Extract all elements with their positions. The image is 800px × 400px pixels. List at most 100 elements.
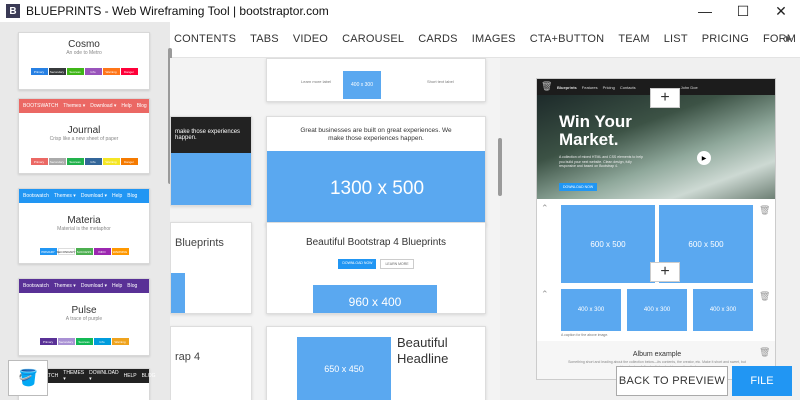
- theme-menu-item: Download ▾: [80, 283, 107, 289]
- short-text-label: Short text label: [427, 79, 454, 84]
- hero-download-button: DOWNLOAD NOW: [559, 183, 598, 191]
- theme-name: Pulse: [71, 305, 97, 316]
- theme-swatch: Info: [84, 158, 102, 165]
- preview-user: John Doe: [680, 84, 698, 90]
- theme-brand: Bootswatch: [23, 193, 49, 199]
- theme-card[interactable]: Cosmo An ode to Metro Primary Secondary Succ…: [18, 32, 150, 90]
- theme-swatch: WARNING: [111, 248, 129, 255]
- chevron-up-icon[interactable]: ⌃: [541, 203, 549, 214]
- preview-ph-400-2: 400 x 300: [627, 289, 687, 331]
- theme-menu-item: Themes ▾: [53, 193, 76, 199]
- nav-item-team[interactable]: TEAM: [618, 33, 649, 45]
- dark-tagline: make those experiences happen.: [171, 117, 251, 153]
- block-feature-row[interactable]: Learn more label 400 x 300 Short text la…: [266, 58, 486, 102]
- canvas-scrollbar[interactable]: [498, 138, 502, 196]
- preview-ph-400-1: 400 x 300: [561, 289, 621, 331]
- paint-bucket-button[interactable]: 🪣: [8, 360, 48, 396]
- nav-item-cards[interactable]: CARDS: [418, 33, 458, 45]
- theme-card[interactable]: Bootswatch Themes ▾ Download ▾ Help Blog Mate…: [18, 188, 150, 264]
- theme-subtitle: Crisp like a new sheet of paper: [49, 136, 119, 142]
- learn-more-label: Learn more label: [301, 79, 332, 84]
- theme-card[interactable]: BOOTSWATCH Themes ▾ Download ▾ Help Blog Jour…: [18, 98, 150, 174]
- theme-menu-item: Help: [111, 193, 123, 199]
- nav-item-video[interactable]: VIDEO: [293, 33, 328, 45]
- preview-brand: Blueprints: [557, 84, 577, 90]
- block-beautiful-bp4[interactable]: Beautiful Bootstrap 4 Blueprints DOWNLOA…: [266, 222, 486, 314]
- app-icon: B: [6, 4, 20, 18]
- theme-brand: BOOTSWATCH: [23, 103, 59, 109]
- theme-swatch: INFO: [93, 248, 111, 255]
- hero-placeholder: 1300 x 500: [267, 151, 485, 225]
- maximize-icon[interactable]: ☐: [724, 0, 762, 22]
- play-icon: ▶: [697, 151, 711, 165]
- theme-menu-item: BLOG: [141, 373, 156, 379]
- hero-text: A collection of mixed HTML and CSS eleme…: [559, 155, 643, 169]
- trash-icon[interactable]: 🗑: [541, 81, 552, 92]
- close-icon[interactable]: ✕: [762, 0, 800, 22]
- block-dark-tagline[interactable]: make those experiences happen.: [170, 116, 252, 206]
- learn-more-button[interactable]: LEARN MORE: [380, 259, 414, 269]
- album-title: Album example: [632, 351, 682, 358]
- bp4-placeholder: 960 x 400: [313, 285, 437, 313]
- theme-menu-item: Help: [121, 103, 132, 109]
- theme-menu-item: Themes ▾: [63, 103, 86, 109]
- theme-swatch: Success: [66, 158, 84, 165]
- add-block-plus-icon[interactable]: +: [650, 88, 680, 108]
- back-to-preview-button[interactable]: BACK TO PREVIEW: [616, 366, 728, 396]
- theme-name: Cosmo: [68, 39, 100, 50]
- theme-swatch: Secondary: [48, 158, 66, 165]
- nav-item-pricing[interactable]: PRICING: [702, 33, 749, 45]
- theme-swatch: Success: [66, 68, 84, 75]
- nav-right-arrow-icon[interactable]: ▸: [786, 31, 792, 45]
- theme-swatches: PRIMARY SECONDARY SUCCESS INFO WARNING: [19, 248, 149, 255]
- theme-swatch: Primary: [30, 68, 48, 75]
- theme-swatch: Secondary: [48, 68, 66, 75]
- nav-item-tabs[interactable]: TABS: [250, 33, 279, 45]
- nav-item-list[interactable]: LIST: [664, 33, 688, 45]
- theme-swatch: Info: [84, 68, 102, 75]
- preview-hero: Win Your Market. A collection of mixed H…: [537, 95, 775, 199]
- category-nav: CONTENTS TABS VIDEO CAROUSEL CARDS IMAGES CTA+…: [174, 28, 800, 50]
- block-blueprints-partial[interactable]: Blueprints: [170, 222, 252, 314]
- preview-menu-features: Features: [581, 84, 598, 90]
- theme-swatches: Primary Secondary Success Info Warning: [19, 338, 149, 345]
- theme-menu-item: Blog: [136, 103, 147, 109]
- theme-swatch: Warning: [102, 158, 120, 165]
- trash-icon[interactable]: 🗑: [759, 347, 770, 358]
- nav-item-contents[interactable]: CONTENTS: [174, 33, 236, 45]
- chevron-up-icon[interactable]: ⌃: [541, 289, 549, 300]
- block-beautiful-headline[interactable]: 650 x 450 Beautiful Headline: [266, 326, 486, 400]
- theme-card-header: BOOTSWATCH Themes ▾ Download ▾ Help Blog: [19, 99, 149, 113]
- trash-icon[interactable]: 🗑: [759, 291, 770, 302]
- nav-item-cta-button[interactable]: CTA+BUTTON: [530, 33, 605, 45]
- nav-item-carousel[interactable]: CAROUSEL: [342, 33, 404, 45]
- partial-placeholder: [171, 273, 185, 313]
- theme-swatch: Info: [93, 338, 111, 345]
- theme-name: Materia: [67, 215, 101, 226]
- nav-item-images[interactable]: IMAGES: [472, 33, 516, 45]
- window-controls: — ☐ ✕: [686, 0, 800, 22]
- theme-swatch: SUCCESS: [75, 248, 93, 255]
- download-now-button[interactable]: DOWNLOAD NOW: [338, 259, 377, 269]
- blueprints-partial-title: Blueprints: [175, 237, 224, 249]
- file-button[interactable]: FILE: [732, 366, 792, 396]
- page-preview: Blueprints Features Pricing Contacts Joh…: [536, 78, 776, 380]
- minimize-icon[interactable]: —: [686, 0, 724, 22]
- add-block-plus-icon[interactable]: +: [650, 262, 680, 282]
- great-businesses-text: Great businesses are built on great expe…: [300, 127, 452, 143]
- theme-menu-item: DOWNLOAD ▾: [89, 370, 119, 382]
- theme-swatch: Danger: [120, 158, 138, 165]
- block-great-businesses[interactable]: Great businesses are built on great expe…: [266, 116, 486, 226]
- trash-icon[interactable]: 🗑: [759, 205, 770, 216]
- theme-brand: Bootswatch: [23, 283, 49, 289]
- theme-menu-item: Blog: [127, 193, 138, 199]
- beautiful-headline-title: Beautiful Headline: [397, 335, 449, 366]
- theme-name: Journal: [67, 125, 101, 136]
- block-partial-3[interactable]: rap 4: [170, 326, 252, 400]
- theme-card[interactable]: Bootswatch Themes ▾ Download ▾ Help Blog Puls…: [18, 278, 150, 356]
- theme-swatch: Primary: [39, 338, 57, 345]
- theme-menu-item: Download ▾: [90, 103, 117, 109]
- preview-caption: A caption for the above image.: [561, 333, 609, 337]
- theme-swatch: PRIMARY: [39, 248, 57, 255]
- theme-swatches: Primary Secondary Success Info Warning Danger: [19, 158, 149, 165]
